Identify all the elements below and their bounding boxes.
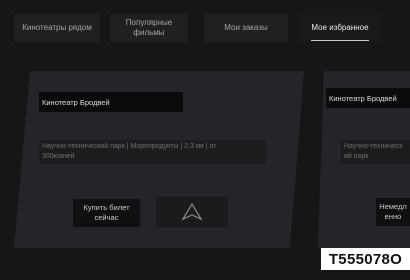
buy-ticket-button[interactable]: Купить билет сейчас — [73, 199, 140, 227]
cinema-description: Научно-технический парк | Морепродукты |… — [39, 140, 266, 164]
cinema-name: Кинотеатр Бродвей — [326, 88, 410, 108]
navigate-arrow-icon — [181, 202, 203, 221]
buy-now-button[interactable]: Немедл енно — [376, 198, 410, 226]
cinema-name: Кинотеатр Бродвей — [39, 92, 183, 112]
navigate-button[interactable] — [156, 197, 228, 227]
code-badge: T555078O — [321, 248, 410, 270]
cinema-description: Научно-техническ ий парк — [341, 140, 410, 164]
